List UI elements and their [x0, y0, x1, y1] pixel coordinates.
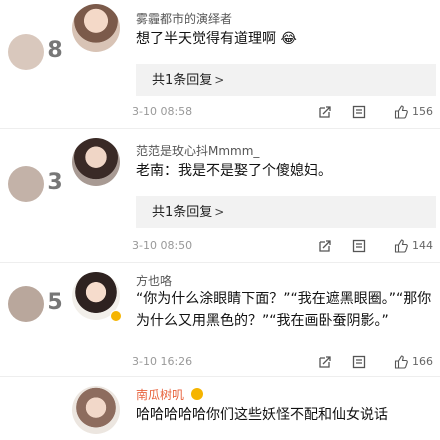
- username[interactable]: 范范是玫心抖Mmmm_: [136, 142, 259, 159]
- thumbs-up-icon[interactable]: [394, 105, 408, 119]
- replies-label: 共1条回复: [152, 73, 213, 88]
- divider: [0, 376, 440, 377]
- side-column: 8 3 5: [0, 0, 72, 440]
- chevron-right-icon: >: [214, 73, 225, 87]
- username[interactable]: 雾霾都市的演绎者: [136, 10, 232, 27]
- chevron-right-icon: >: [214, 205, 225, 219]
- replies-button[interactable]: 共1条回复 >: [136, 196, 436, 228]
- comment-date: 3-10 16:26: [132, 355, 193, 368]
- comment-date: 3-10 08:58: [132, 105, 193, 118]
- side-count: 5: [47, 290, 63, 315]
- replies-button[interactable]: 共1条回复 >: [136, 64, 436, 96]
- crown-badge-icon: [190, 388, 203, 400]
- divider: [0, 262, 440, 263]
- avatar[interactable]: [72, 138, 120, 186]
- username[interactable]: 南瓜树叽: [136, 386, 203, 403]
- side-count: 3: [47, 170, 63, 195]
- side-count: 8: [47, 38, 63, 63]
- replies-label: 共1条回复: [152, 205, 213, 220]
- avatar[interactable]: [72, 4, 120, 52]
- side-avatar[interactable]: [8, 286, 44, 322]
- share-icon[interactable]: [318, 105, 332, 119]
- side-avatar[interactable]: [8, 34, 44, 70]
- comment-body: 想了半天觉得有道理啊: [136, 31, 276, 47]
- like-count: 144: [412, 239, 433, 252]
- username-text: 南瓜树叽: [136, 388, 185, 402]
- avatar[interactable]: [72, 386, 120, 434]
- thumbs-up-icon[interactable]: [394, 239, 408, 253]
- comment-meta: 3-10 08:50 144: [132, 236, 437, 256]
- share-icon[interactable]: [318, 355, 332, 369]
- comment-icon[interactable]: [352, 105, 366, 119]
- comment-meta: 3-10 08:58 156: [132, 102, 437, 122]
- comment-text: 哈哈哈哈哈你们这些妖怪不配和仙女说话: [136, 407, 388, 423]
- comment-icon[interactable]: [352, 355, 366, 369]
- comment-date: 3-10 08:50: [132, 239, 193, 252]
- verified-badge-icon: [110, 310, 122, 322]
- username[interactable]: 方也咯: [136, 272, 172, 289]
- comment-text: 想了半天觉得有道理啊 😂: [136, 28, 436, 50]
- like-count: 156: [412, 105, 433, 118]
- comment-text: 老南：我是不是娶了个傻媳妇。: [136, 163, 332, 179]
- comment-meta: 3-10 16:26 166: [132, 352, 437, 372]
- divider: [0, 128, 440, 129]
- laugh-emoji-icon: 😂: [280, 31, 297, 47]
- comment-icon[interactable]: [352, 239, 366, 253]
- like-count: 166: [412, 355, 433, 368]
- comment-text: “你为什么涂眼睛下面？”“我在遮黑眼圈。”“那你为什么又用黑色的？”“我在画卧蚕…: [136, 291, 432, 329]
- thumbs-up-icon[interactable]: [394, 355, 408, 369]
- share-icon[interactable]: [318, 239, 332, 253]
- side-avatar[interactable]: [8, 166, 44, 202]
